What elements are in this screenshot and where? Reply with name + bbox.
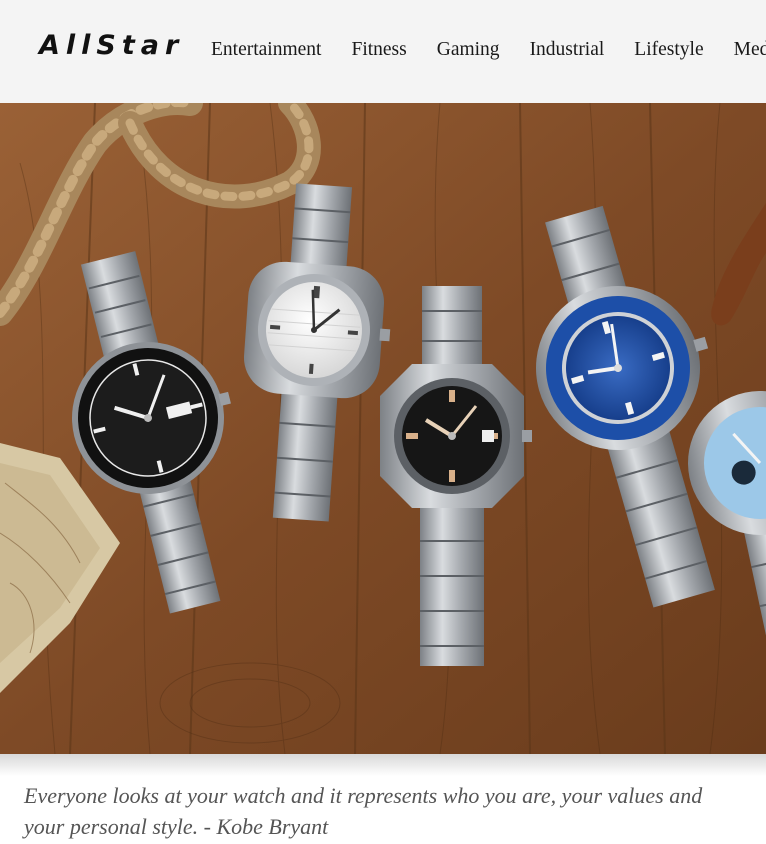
site-logo[interactable]: AllStar — [39, 30, 184, 61]
nav-item-industrial[interactable]: Industrial — [530, 39, 605, 61]
hero-bottom-shadow — [0, 754, 766, 776]
main-nav: Entertainment Fitness Gaming Industrial … — [211, 39, 766, 61]
nav-item-media[interactable]: Med — [734, 39, 766, 61]
nav-item-gaming[interactable]: Gaming — [437, 39, 500, 61]
watches-photo — [0, 103, 766, 754]
nav-item-entertainment[interactable]: Entertainment — [211, 39, 321, 61]
site-header: AllStar Entertainment Fitness Gaming Ind… — [0, 0, 766, 103]
nav-item-fitness[interactable]: Fitness — [351, 39, 406, 61]
quote-text: Everyone looks at your watch and it repr… — [24, 783, 703, 839]
nav-item-lifestyle[interactable]: Lifestyle — [634, 39, 703, 61]
hero-image — [0, 103, 766, 754]
